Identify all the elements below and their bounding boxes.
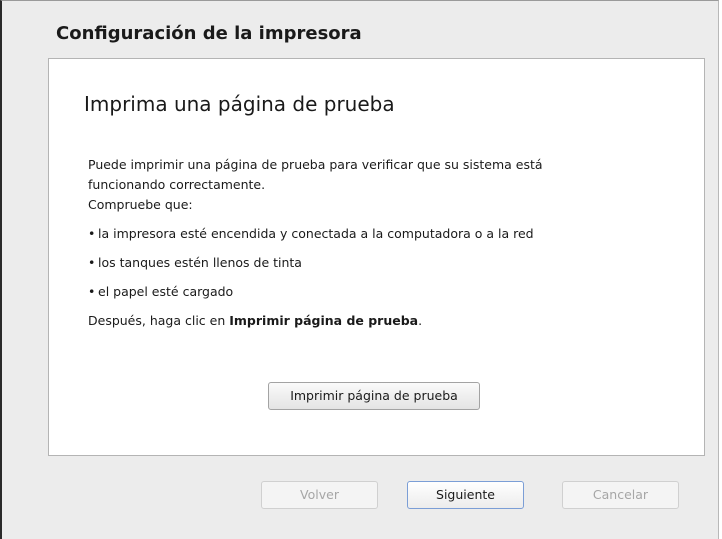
bullet-item: • la impresora esté encendida y conectada… — [88, 224, 668, 244]
bullet-item: • el papel esté cargado — [88, 282, 668, 302]
instruction-prefix: Después, haga clic en — [88, 313, 230, 328]
intro-line-2: funcionando correctamente. — [88, 177, 266, 192]
content-panel: Imprima una página de prueba Puede impri… — [48, 58, 705, 456]
print-test-page-button[interactable]: Imprimir página de prueba — [268, 382, 480, 410]
check-label: Compruebe que: — [88, 197, 193, 212]
next-button[interactable]: Siguiente — [407, 481, 524, 509]
bullet-text: la impresora esté encendida y conectada … — [98, 226, 534, 241]
printer-setup-window: Configuración de la impresora Imprima un… — [0, 0, 719, 539]
window-title: Configuración de la impresora — [56, 23, 362, 44]
bullet-item: • los tanques estén llenos de tinta — [88, 253, 668, 273]
intro-line-1: Puede imprimir una página de prueba para… — [88, 157, 543, 172]
instruction-bold: Imprimir página de prueba — [229, 313, 419, 328]
bullet-text: los tanques estén llenos de tinta — [98, 255, 302, 270]
final-instruction: Después, haga clic en Imprimir página de… — [88, 311, 668, 331]
instruction-suffix: . — [418, 313, 423, 328]
bullet-glyph: • — [88, 255, 96, 270]
bullet-glyph: • — [88, 226, 96, 241]
back-button[interactable]: Volver — [261, 481, 378, 509]
bullet-text: el papel esté cargado — [98, 284, 234, 299]
bullet-glyph: • — [88, 284, 96, 299]
instructions-text: Puede imprimir una página de prueba para… — [88, 155, 668, 331]
cancel-button[interactable]: Cancelar — [562, 481, 679, 509]
page-heading: Imprima una página de prueba — [84, 92, 395, 116]
